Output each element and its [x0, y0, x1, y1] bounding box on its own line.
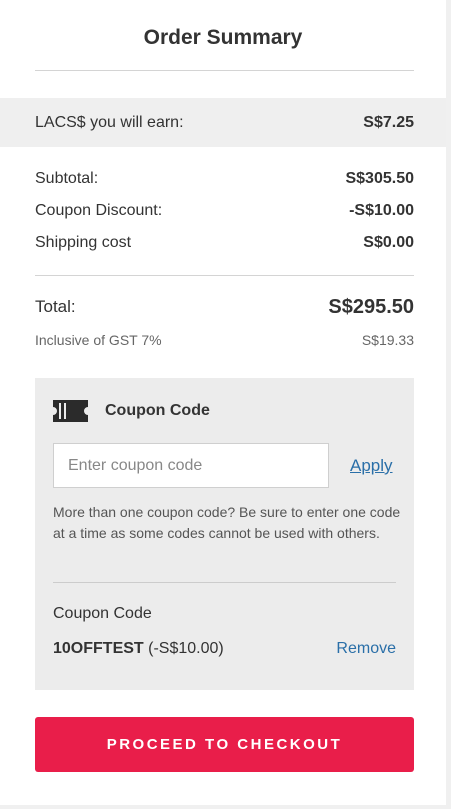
subtotal-value: S$305.50 — [345, 170, 414, 187]
coupon-help-text: More than one coupon code? Be sure to en… — [53, 504, 401, 541]
coupon-code-input[interactable] — [53, 443, 329, 488]
divider — [35, 70, 414, 71]
divider — [53, 582, 396, 583]
subtotal-label: Subtotal: — [35, 170, 99, 187]
shipping-value: S$0.00 — [363, 234, 414, 251]
order-summary-title: Order Summary — [143, 26, 303, 49]
applied-coupon-code: 10OFFTEST — [53, 640, 144, 657]
apply-coupon-link[interactable]: Apply — [350, 456, 393, 476]
gst-row: Inclusive of GST 7% S$19.33 — [35, 330, 414, 350]
coupon-discount-label: Coupon Discount: — [35, 202, 163, 219]
applied-coupon: 10OFFTEST (-S$10.00) — [53, 640, 224, 658]
order-summary-card: Order Summary LACS$ you will earn: S$7.2… — [0, 0, 446, 805]
coupon-header: Coupon Code — [53, 400, 210, 422]
earn-row: LACS$ you will earn: S$7.25 — [35, 98, 414, 147]
earn-value: S$7.25 — [363, 113, 414, 131]
shipping-row: Shipping cost S$0.00 — [35, 232, 414, 254]
divider — [35, 275, 414, 276]
coupon-panel: Coupon Code Apply More than one coupon c… — [35, 378, 414, 690]
proceed-to-checkout-button[interactable]: PROCEED TO CHECKOUT — [35, 717, 414, 772]
applied-coupon-row: 10OFFTEST (-S$10.00) Remove — [53, 640, 396, 658]
total-value: S$295.50 — [328, 295, 414, 318]
ticket-icon — [53, 400, 88, 422]
gst-label: Inclusive of GST 7% — [35, 332, 162, 348]
total-label: Total: — [35, 297, 76, 316]
total-row: Total: S$295.50 — [35, 294, 414, 320]
gst-value: S$19.33 — [361, 332, 414, 348]
subtotal-row: Subtotal: S$305.50 — [35, 168, 414, 190]
remove-coupon-link[interactable]: Remove — [336, 640, 396, 658]
coupon-title: Coupon Code — [105, 402, 210, 419]
applied-coupon-amount: (-S$10.00) — [148, 640, 224, 657]
earn-banner: LACS$ you will earn: S$7.25 — [0, 98, 446, 147]
coupon-discount-row: Coupon Discount: -S$10.00 — [35, 200, 414, 222]
applied-coupon-title: Coupon Code — [53, 605, 152, 622]
shipping-label: Shipping cost — [35, 234, 132, 251]
coupon-discount-value: -S$10.00 — [349, 202, 414, 219]
earn-label: LACS$ you will earn: — [35, 113, 184, 131]
